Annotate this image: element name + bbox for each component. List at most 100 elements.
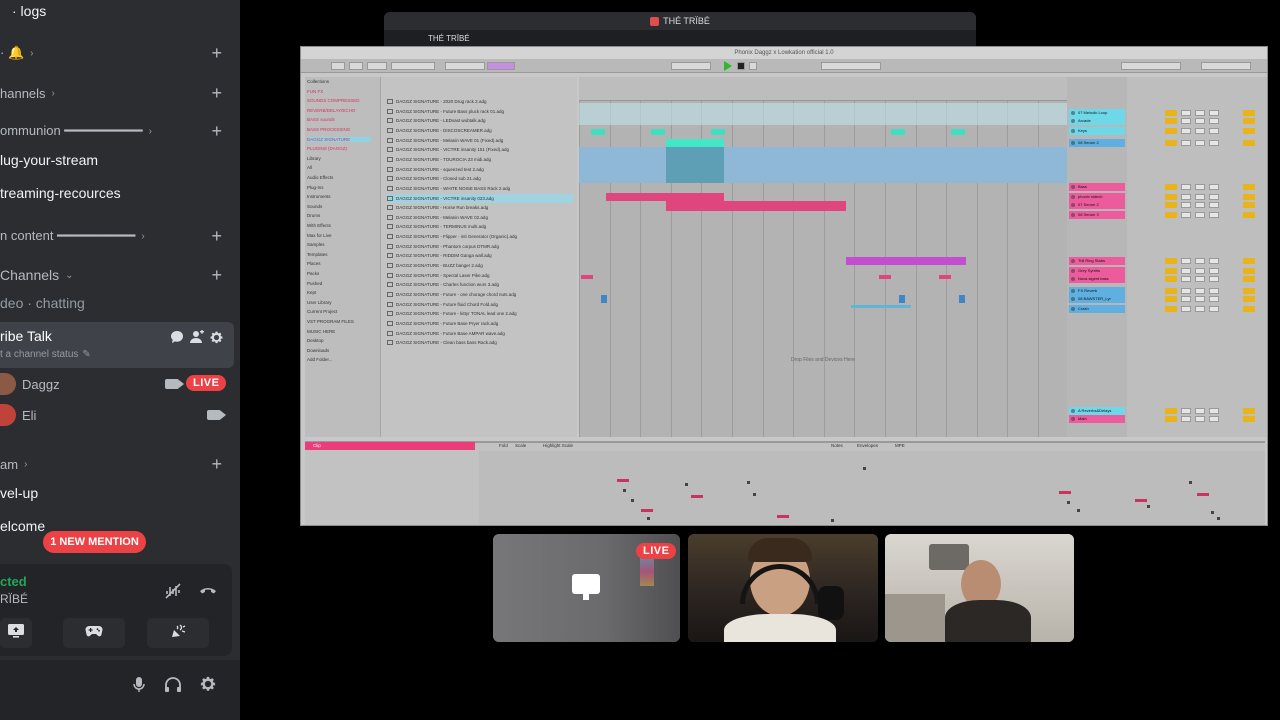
mixer-cell[interactable] (1243, 194, 1255, 200)
mixer-cell[interactable] (1181, 194, 1191, 200)
mixer-cell[interactable] (1165, 258, 1177, 264)
browser-place-item[interactable]: MUSIC HERE (307, 329, 335, 334)
browser-place-item[interactable]: BASS PROCESSING (307, 127, 350, 132)
browser-file-item[interactable]: DAGGZ SIGNATURE - Future fluid Chord Fol… (387, 300, 573, 309)
user-settings-gear-icon[interactable] (199, 675, 217, 698)
browser-file-item[interactable]: DAGGZ SIGNATURE - Melanin WAVE 02.adg (387, 213, 573, 222)
browser-file-item[interactable]: DAGGZ SIGNATURE - Closed sub 21.adg (387, 174, 573, 183)
browser-file-item[interactable]: DAGGZ SIGNATURE - VICTRE insanity 023.ad… (387, 193, 573, 203)
browser-file-item[interactable]: DAGGZ SIGNATURE - squeezed test 2.adg (387, 165, 573, 174)
browser-place-item[interactable]: FUN FX (307, 89, 323, 94)
share-screen-button[interactable] (0, 618, 32, 648)
midi-note[interactable] (623, 489, 626, 492)
browser-place-item[interactable]: Collections (307, 79, 329, 84)
mixer-cell[interactable] (1181, 276, 1191, 282)
browser-place-item[interactable]: Kept (307, 290, 316, 295)
browser-place-item[interactable]: Desktop (307, 338, 324, 343)
browser-file-item[interactable]: DAGGZ SIGNATURE - Charles function wurs … (387, 280, 573, 289)
mixer-cell[interactable] (1195, 194, 1205, 200)
mixer-cell[interactable] (1243, 202, 1255, 208)
mixer-cell[interactable] (1195, 202, 1205, 208)
mixer-cell[interactable] (1195, 118, 1205, 124)
browser-place-item[interactable]: Packs (307, 271, 319, 276)
add-channel-icon[interactable]: + (211, 227, 222, 245)
mixer-cell[interactable] (1181, 118, 1191, 124)
browser-file-item[interactable]: DAGGZ SIGNATURE - DISCOSCREAMER.adg (387, 126, 573, 135)
mixer-cell[interactable] (1243, 416, 1255, 422)
browser-place-item[interactable]: Max for Live (307, 233, 332, 238)
mixer-cell[interactable] (1243, 140, 1255, 146)
mixer-cell[interactable] (1243, 408, 1255, 414)
track-header[interactable]: Grey Synths (1069, 267, 1125, 275)
detail-tab[interactable]: Envelopes (857, 443, 878, 448)
mixer-cell[interactable] (1165, 212, 1177, 218)
add-channel-icon[interactable]: + (211, 44, 222, 62)
browser-place-item[interactable]: Current Project (307, 309, 337, 314)
browser-place-item[interactable]: Audio Effects (307, 175, 333, 180)
browser-file-item[interactable]: DAGGZ SIGNATURE - BUZZ banger 2.adg (387, 261, 573, 270)
browser-file-item[interactable]: DAGGZ SIGNATURE - Melanin WAVE 01 (Fixed… (387, 136, 573, 145)
mixer-cell[interactable] (1243, 288, 1255, 294)
add-channel-icon[interactable]: + (211, 266, 222, 284)
mixer-cell[interactable] (1195, 212, 1205, 218)
midi-note[interactable] (831, 519, 834, 522)
track-header[interactable]: 08 Serum 2 (1069, 139, 1125, 147)
browser-place-item[interactable]: BASS sounds (307, 117, 335, 122)
soundboard-button[interactable] (147, 618, 209, 648)
mixer-cell[interactable] (1195, 140, 1205, 146)
midi-note[interactable] (691, 495, 703, 498)
mixer-cell[interactable] (1165, 202, 1177, 208)
mixer-cell[interactable] (1195, 306, 1205, 312)
browser-file-item[interactable]: DAGGZ SIGNATURE - Future Base Pryer rack… (387, 319, 573, 328)
mixer-cell[interactable] (1243, 268, 1255, 274)
midi-note[interactable] (1189, 481, 1192, 484)
mixer-cell[interactable] (1181, 296, 1191, 302)
mixer-cell[interactable] (1165, 110, 1177, 116)
midi-note[interactable] (1211, 511, 1214, 514)
browser-place-item[interactable]: Sounds (307, 204, 322, 209)
midi-note[interactable] (631, 499, 634, 502)
browser-place-item[interactable]: Pushed (307, 281, 322, 286)
voice-member-eli[interactable]: Eli (0, 402, 234, 428)
browser-file-item[interactable]: DAGGZ SIGNATURE - Spectal Laser Pike.adg (387, 271, 573, 280)
channel-video-chatting[interactable]: deo · chatting (0, 290, 240, 316)
midi-note[interactable] (777, 515, 789, 518)
browser-place-item[interactable]: Places (307, 261, 321, 266)
mixer-cell[interactable] (1209, 202, 1219, 208)
browser-file-item[interactable]: DAGGZ SIGNATURE - Future - one chorage c… (387, 290, 573, 299)
mixer-cell[interactable] (1209, 128, 1219, 134)
browser-place-item[interactable]: All (307, 165, 312, 170)
mixer-cell[interactable] (1209, 288, 1219, 294)
channel-logs[interactable]: · logs (0, 0, 240, 24)
mixer-cell[interactable] (1195, 416, 1205, 422)
midi-note[interactable] (1217, 517, 1220, 520)
track-header[interactable]: Nova sigent bass (1069, 275, 1125, 283)
browser-place-item[interactable]: User Library (307, 300, 332, 305)
track-header[interactable]: FX Reverb (1069, 287, 1125, 295)
chat-bubble-icon[interactable] (168, 328, 186, 346)
disconnect-icon[interactable] (198, 582, 218, 603)
mixer-cell[interactable] (1209, 408, 1219, 414)
mixer-cell[interactable] (1209, 276, 1219, 282)
category-channels[interactable]: hannels › + (0, 80, 240, 106)
mixer-cell[interactable] (1165, 268, 1177, 274)
video-tile-daggz[interactable] (688, 534, 878, 642)
mixer-cell[interactable] (1181, 202, 1191, 208)
midi-note[interactable] (753, 493, 756, 496)
track-header[interactable]: Bass (1069, 183, 1125, 191)
mixer-cell[interactable] (1209, 296, 1219, 302)
category-voice-channels[interactable]: Channels ⌄ + (0, 262, 240, 288)
headphones-icon[interactable] (164, 676, 182, 699)
mixer-cell[interactable] (1195, 128, 1205, 134)
mixer-cell[interactable] (1181, 306, 1191, 312)
track-header[interactable]: A Reverbs&Delays (1069, 407, 1125, 415)
category-notifications[interactable]: · 🔔 › + (0, 40, 240, 66)
mixer-cell[interactable] (1181, 128, 1191, 134)
track-header[interactable]: Crash (1069, 305, 1125, 313)
activities-button[interactable] (63, 618, 125, 648)
midi-note[interactable] (647, 517, 650, 520)
browser-place-item[interactable]: PLUGINS (DAGGZ) (307, 146, 347, 151)
mixer-cell[interactable] (1209, 268, 1219, 274)
channel-plug-your-stream[interactable]: lug-your-stream (0, 147, 240, 173)
mixer-cell[interactable] (1195, 296, 1205, 302)
